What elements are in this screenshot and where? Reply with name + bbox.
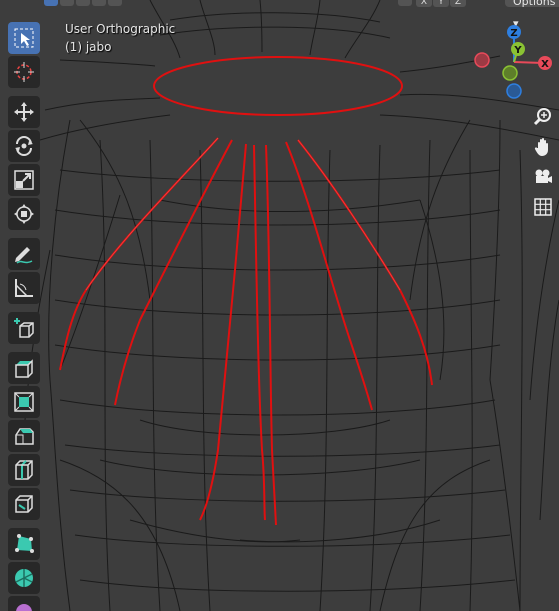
object-label: (1) jabo — [65, 40, 112, 54]
select-box-tool[interactable] — [8, 22, 40, 54]
grid-icon — [534, 198, 552, 216]
add-cube-icon — [14, 318, 34, 338]
x-axis-label: X — [541, 59, 549, 70]
neg-y-axis-handle — [502, 65, 518, 81]
view-info-overlay: User Orthographic (1) jabo — [65, 20, 175, 56]
bevel-icon — [15, 428, 34, 445]
select-box-mode-button[interactable] — [44, 0, 58, 6]
poly-build-tool[interactable] — [8, 528, 40, 560]
axis-y-button[interactable]: Y — [433, 0, 449, 7]
neg-x-axis-handle — [474, 52, 490, 68]
move-icon — [14, 102, 34, 122]
transform-tool[interactable] — [8, 198, 40, 230]
transform-icon — [14, 204, 34, 224]
poly-build-icon — [15, 534, 34, 553]
select-box-icon — [14, 28, 34, 48]
viewport-header: X Y Z Options ▾ — [0, 0, 559, 30]
zoom-icon — [533, 108, 551, 126]
camera-view-button[interactable] — [530, 164, 556, 190]
add-cube-tool[interactable] — [8, 312, 40, 344]
cursor-tool[interactable] — [8, 56, 40, 88]
options-dropdown[interactable]: Options ▾ — [505, 0, 559, 30]
inset-faces-tool[interactable] — [8, 386, 40, 418]
knife-icon — [15, 495, 33, 513]
3d-viewport[interactable]: X Y Z Options ▾ User Orthographic (1) ja… — [0, 0, 559, 611]
mirror-toggle-button[interactable] — [398, 0, 412, 6]
extrude-icon — [15, 359, 33, 378]
scale-icon — [14, 170, 34, 190]
spin-tool[interactable] — [8, 562, 40, 594]
select-subtract-button[interactable] — [76, 0, 90, 6]
navigation-gizmo[interactable]: Z Y X — [468, 22, 558, 106]
spin-icon — [15, 569, 33, 587]
options-label: Options — [513, 0, 556, 8]
y-axis-label: Y — [513, 45, 522, 56]
rotate-tool[interactable] — [8, 130, 40, 162]
view-name: User Orthographic — [65, 22, 176, 36]
rotate-icon — [15, 136, 33, 156]
bevel-tool[interactable] — [8, 420, 40, 452]
zoom-button[interactable] — [530, 104, 556, 130]
axis-x-button[interactable]: X — [416, 0, 432, 7]
select-invert-button[interactable] — [92, 0, 106, 6]
inset-icon — [14, 392, 34, 412]
annotate-tool[interactable] — [8, 238, 40, 270]
smooth-tool[interactable] — [8, 596, 40, 611]
scale-tool[interactable] — [8, 164, 40, 196]
orthographic-toggle-button[interactable] — [530, 194, 556, 220]
ruler-icon — [15, 279, 33, 297]
move-tool[interactable] — [8, 96, 40, 128]
cursor-icon — [14, 62, 34, 82]
loop-cut-icon — [15, 460, 33, 480]
smooth-icon — [16, 604, 32, 611]
select-extend-button[interactable] — [60, 0, 74, 6]
neg-z-axis-handle — [506, 83, 522, 99]
select-intersect-button[interactable] — [108, 0, 122, 6]
axis-z-button[interactable]: Z — [450, 0, 466, 7]
knife-tool[interactable] — [8, 488, 40, 520]
pencil-icon — [15, 247, 33, 264]
extrude-region-tool[interactable] — [8, 352, 40, 384]
measure-tool[interactable] — [8, 272, 40, 304]
z-axis-label: Z — [510, 28, 517, 39]
pan-button[interactable] — [530, 134, 556, 160]
loop-cut-tool[interactable] — [8, 454, 40, 486]
camera-icon — [535, 169, 552, 183]
hand-icon — [534, 138, 548, 156]
